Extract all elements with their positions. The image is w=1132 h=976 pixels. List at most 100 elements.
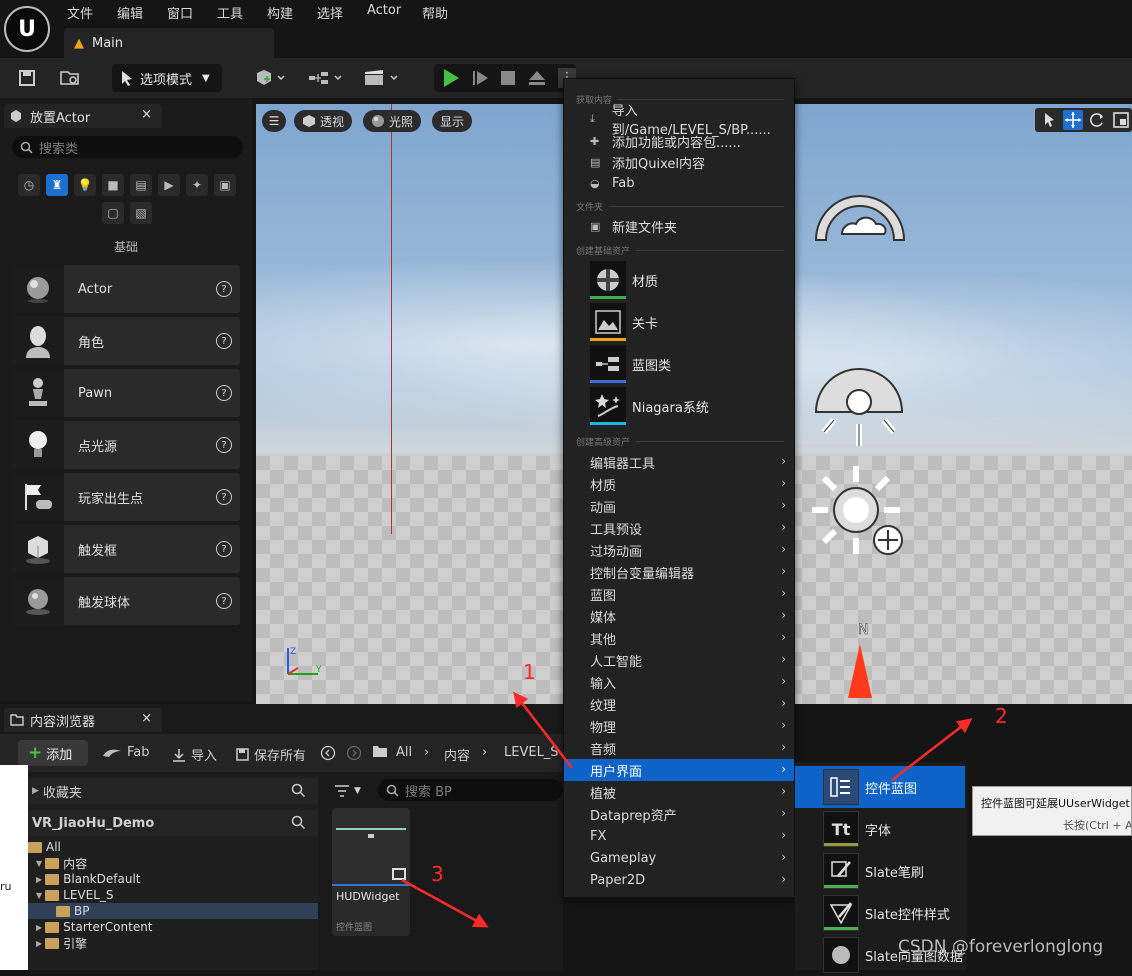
add-feature-menu-item[interactable]: ✚ 添加功能或内容包...... xyxy=(564,130,794,152)
tree-item-startercontent[interactable]: ▶ StarterContent xyxy=(28,919,318,935)
foliage-submenu[interactable]: 植被 › xyxy=(564,781,794,803)
import-button[interactable]: 导入 xyxy=(172,745,217,764)
help-icon[interactable]: ? xyxy=(216,593,232,609)
basic-category-icon[interactable]: ♜ xyxy=(46,174,68,196)
breadcrumb-level-s[interactable]: LEVEL_S xyxy=(504,745,559,760)
actor-item-player-start[interactable]: 玩家出生点 ? xyxy=(12,473,240,521)
asset-search-input[interactable]: 搜索 BP xyxy=(378,779,563,801)
slate-brush-item[interactable]: Slate笔刷 xyxy=(795,850,965,892)
media-submenu[interactable]: 媒体 › xyxy=(564,605,794,627)
add-quixel-menu-item[interactable]: ▤ 添加Quixel内容 xyxy=(564,151,794,173)
console-variables-submenu[interactable]: 控制台变量编辑器 › xyxy=(564,561,794,583)
close-icon[interactable]: × xyxy=(141,107,152,122)
help-icon[interactable]: ? xyxy=(216,437,232,453)
visual-effects-category-icon[interactable]: ▶ xyxy=(158,174,180,196)
fab-button[interactable]: Fab xyxy=(102,745,150,760)
input-submenu[interactable]: 输入 › xyxy=(564,671,794,693)
actor-item-point-light[interactable]: 点光源 ? xyxy=(12,421,240,469)
paper2d-submenu[interactable]: Paper2D › xyxy=(564,869,794,891)
breadcrumb-all[interactable]: All xyxy=(396,745,412,760)
actor-item-pawn[interactable]: Pawn ? xyxy=(12,369,240,417)
content-browse-icon[interactable] xyxy=(56,64,84,92)
add-button[interactable]: + 添加 xyxy=(18,740,88,766)
viewport-menu-button[interactable]: ☰ xyxy=(262,110,286,132)
play-icon[interactable] xyxy=(442,68,460,88)
mode-select-button[interactable]: 选项模式 ▼ xyxy=(112,64,222,92)
font-item[interactable]: Tt 字体 xyxy=(795,808,965,850)
create-blueprint-class-item[interactable]: 蓝图类 xyxy=(590,345,790,383)
menu-edit[interactable]: 编辑 xyxy=(117,3,143,22)
tree-item-all[interactable]: All xyxy=(28,839,318,855)
filter-button[interactable]: ▼ xyxy=(334,782,370,800)
scale-tool-icon[interactable] xyxy=(1111,110,1131,130)
move-tool-icon[interactable] xyxy=(1063,110,1083,130)
search-icon[interactable] xyxy=(291,783,306,798)
step-icon[interactable] xyxy=(472,69,490,87)
menu-help[interactable]: 帮助 xyxy=(422,3,448,22)
unreal-logo[interactable]: U xyxy=(4,6,50,52)
widget-blueprint-item[interactable]: 控件蓝图 xyxy=(795,766,965,808)
menu-tools[interactable]: 工具 xyxy=(217,3,243,22)
volumes-category-icon[interactable]: ✦ xyxy=(186,174,208,196)
actor-item-trigger-box[interactable]: 触发框 ? xyxy=(12,525,240,573)
physics-submenu[interactable]: 物理 › xyxy=(564,715,794,737)
tree-item-content[interactable]: ▼ 内容 xyxy=(28,855,318,871)
blueprint-menu-icon[interactable] xyxy=(306,64,346,92)
recent-icon[interactable]: ◷ xyxy=(18,174,40,196)
new-folder-menu-item[interactable]: ▣ 新建文件夹 xyxy=(564,215,794,237)
create-level-item[interactable]: 关卡 xyxy=(590,303,790,341)
fab-menu-item[interactable]: ◒ Fab xyxy=(564,172,794,194)
actor-item-trigger-sphere[interactable]: 触发球体 ? xyxy=(12,577,240,625)
content-browser-tab[interactable]: 内容浏览器 × xyxy=(4,708,162,732)
menu-window[interactable]: 窗口 xyxy=(167,3,193,22)
close-icon[interactable]: × xyxy=(141,711,152,726)
show-button[interactable]: 显示 xyxy=(432,110,473,132)
tree-item-bp[interactable]: BP xyxy=(28,903,318,919)
place-actor-tab[interactable]: 放置Actor × xyxy=(4,104,162,128)
help-icon[interactable]: ? xyxy=(216,333,232,349)
create-niagara-system-item[interactable]: Niagara系统 xyxy=(590,387,790,425)
search-icon[interactable] xyxy=(291,815,306,830)
save-all-button[interactable]: 保存所有 xyxy=(236,745,306,764)
select-tool-icon[interactable] xyxy=(1039,110,1059,130)
search-input[interactable]: 搜索类 xyxy=(12,136,243,158)
eject-icon[interactable] xyxy=(528,69,546,87)
help-icon[interactable]: ? xyxy=(216,281,232,297)
project-header[interactable]: VR_JiaoHu_Demo xyxy=(28,810,318,836)
editor-tools-submenu[interactable]: 编辑器工具 › xyxy=(564,451,794,473)
material-submenu[interactable]: 材质 › xyxy=(564,473,794,495)
lighting-button[interactable]: 光照 xyxy=(363,110,422,132)
perspective-button[interactable]: 透视 xyxy=(294,110,353,132)
actor-item-actor[interactable]: Actor ? xyxy=(12,265,240,313)
rotate-tool-icon[interactable] xyxy=(1087,110,1107,130)
cinematic-category-icon[interactable]: ▤ xyxy=(130,174,152,196)
gameplay-submenu[interactable]: Gameplay › xyxy=(564,847,794,869)
help-icon[interactable]: ? xyxy=(216,541,232,557)
user-interface-submenu[interactable]: 用户界面 › xyxy=(564,759,794,781)
fx-submenu[interactable]: FX › xyxy=(564,825,794,847)
stop-icon[interactable] xyxy=(501,71,515,85)
breadcrumb-content[interactable]: 内容 xyxy=(444,745,470,764)
tree-item-level-s[interactable]: ▼ LEVEL_S xyxy=(28,887,318,903)
tree-item-blankdefault[interactable]: ▶ BlankDefault xyxy=(28,871,318,887)
geometry-category-icon[interactable]: ▢ xyxy=(102,202,124,224)
menu-actor[interactable]: Actor xyxy=(367,3,401,18)
texture-submenu[interactable]: 纹理 › xyxy=(564,693,794,715)
create-material-item[interactable]: 材质 xyxy=(590,261,790,299)
folder-icon[interactable] xyxy=(372,745,388,758)
slate-widget-style-item[interactable]: Slate控件样式 xyxy=(795,892,965,934)
lights-category-icon[interactable]: 💡 xyxy=(74,174,96,196)
back-icon[interactable] xyxy=(320,745,336,761)
actor-item-character[interactable]: 角色 ? xyxy=(12,317,240,365)
save-icon[interactable] xyxy=(14,64,40,92)
tool-presets-submenu[interactable]: 工具预设 › xyxy=(564,517,794,539)
help-icon[interactable]: ? xyxy=(216,489,232,505)
menu-build[interactable]: 构建 xyxy=(267,3,293,22)
help-icon[interactable]: ? xyxy=(216,385,232,401)
blueprint-submenu[interactable]: 蓝图 › xyxy=(564,583,794,605)
misc-submenu[interactable]: 其他 › xyxy=(564,627,794,649)
all-classes-category-icon[interactable]: ▣ xyxy=(214,174,236,196)
audio-submenu[interactable]: 音频 › xyxy=(564,737,794,759)
menu-file[interactable]: 文件 xyxy=(67,3,93,22)
asset-tile-hudwidget[interactable]: HUDWidget 控件蓝图 xyxy=(332,808,410,936)
